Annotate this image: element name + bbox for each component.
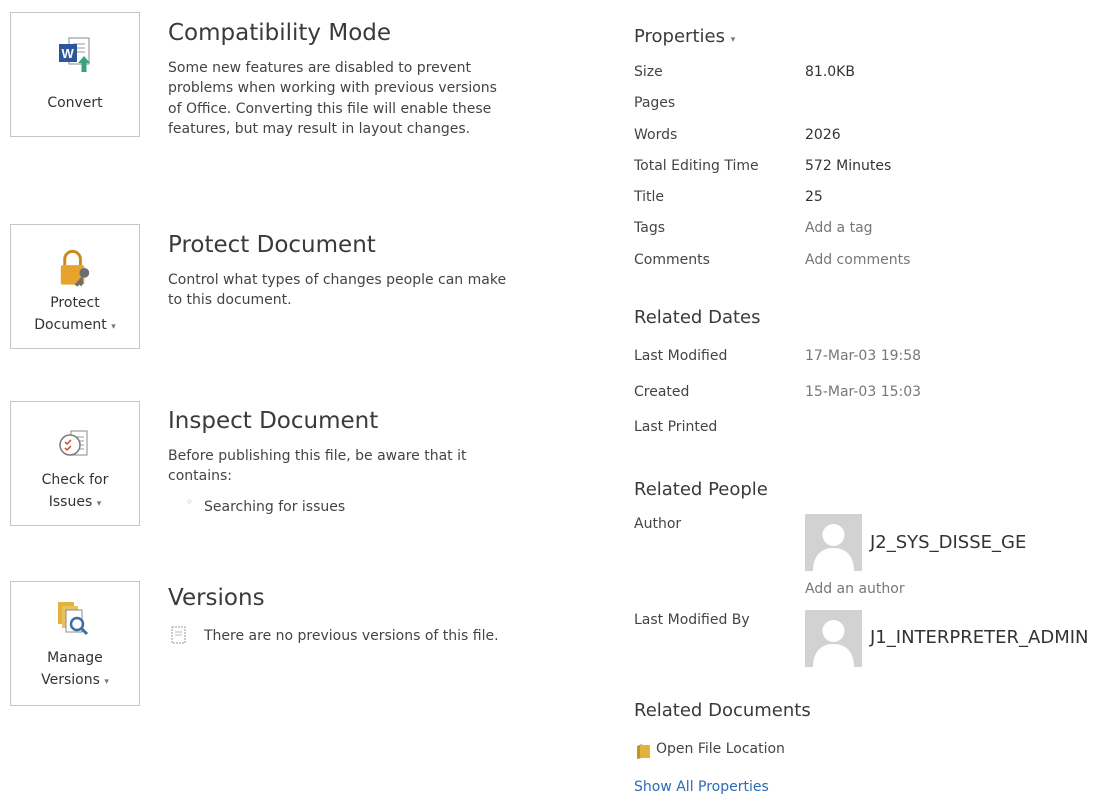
last-modified-by-avatar[interactable] bbox=[805, 610, 862, 667]
person-silhouette-icon bbox=[805, 514, 862, 571]
no-versions-icon bbox=[170, 626, 188, 648]
tags-input[interactable]: Add a tag bbox=[805, 220, 873, 236]
total-editing-time-value: 572 Minutes bbox=[805, 158, 892, 174]
person-silhouette-icon bbox=[805, 610, 862, 667]
last-modified-label: Last Modified bbox=[634, 348, 728, 364]
svg-text:W: W bbox=[62, 46, 75, 61]
open-file-location-label: Open File Location bbox=[656, 741, 785, 757]
properties-heading: Properties bbox=[634, 26, 725, 47]
last-modified-by-name[interactable]: J1_INTERPRETER_ADMIN bbox=[870, 627, 1089, 648]
manage-versions-label-line2: Versions bbox=[41, 672, 100, 688]
size-value: 81.0KB bbox=[805, 64, 855, 80]
protect-document-label-line1: Protect bbox=[50, 295, 100, 311]
versions-title: Versions bbox=[168, 585, 265, 611]
check-for-issues-button[interactable]: Check for Issues ▾ bbox=[10, 401, 140, 526]
searching-for-issues-text: Searching for issues bbox=[204, 499, 346, 515]
check-for-issues-label: Check for Issues ▾ bbox=[42, 469, 109, 515]
compatibility-mode-title: Compatibility Mode bbox=[168, 20, 392, 46]
inspect-document-description: Before publishing this file, be aware th… bbox=[168, 448, 467, 485]
title-value[interactable]: 25 bbox=[805, 189, 823, 205]
created-label: Created bbox=[634, 384, 690, 400]
convert-button[interactable]: W Convert bbox=[10, 12, 140, 137]
protect-document-label: Protect Document ▾ bbox=[34, 292, 116, 338]
dropdown-arrow-icon: ▾ bbox=[111, 322, 116, 332]
total-editing-time-label: Total Editing Time bbox=[634, 158, 759, 174]
words-value: 2026 bbox=[805, 127, 841, 143]
inspect-document-title: Inspect Document bbox=[168, 408, 379, 434]
protect-document-title: Protect Document bbox=[168, 232, 376, 258]
author-avatar[interactable] bbox=[805, 514, 862, 571]
related-dates-heading: Related Dates bbox=[634, 307, 761, 328]
comments-input[interactable]: Add comments bbox=[805, 252, 910, 268]
words-label: Words bbox=[634, 127, 678, 143]
lock-key-icon bbox=[53, 245, 98, 290]
check-for-issues-label-line1: Check for bbox=[41, 472, 109, 488]
manage-versions-label: Manage Versions ▾ bbox=[41, 647, 109, 693]
last-modified-value: 17-Mar-03 19:58 bbox=[805, 348, 922, 364]
manage-versions-button[interactable]: Manage Versions ▾ bbox=[10, 581, 140, 706]
add-author-input[interactable]: Add an author bbox=[805, 581, 905, 597]
dropdown-arrow-icon: ▾ bbox=[104, 677, 109, 687]
pages-label: Pages bbox=[634, 95, 676, 111]
show-all-properties-link[interactable]: Show All Properties bbox=[634, 779, 769, 795]
versions-icon bbox=[53, 596, 98, 641]
tags-label: Tags bbox=[634, 220, 665, 236]
manage-versions-label-line1: Manage bbox=[47, 650, 103, 666]
bullet-icon: ◦ bbox=[186, 495, 194, 509]
properties-dropdown[interactable]: Properties ▾ bbox=[634, 26, 735, 47]
author-name[interactable]: J2_SYS_DISSE_GE bbox=[870, 532, 1026, 553]
size-label: Size bbox=[634, 64, 663, 80]
last-printed-label: Last Printed bbox=[634, 419, 718, 435]
related-documents-heading: Related Documents bbox=[634, 700, 811, 721]
dropdown-arrow-icon: ▾ bbox=[96, 499, 102, 509]
created-value: 15-Mar-03 15:03 bbox=[805, 384, 922, 400]
convert-label: Convert bbox=[47, 95, 103, 111]
title-label: Title bbox=[634, 189, 665, 205]
word-convert-icon: W bbox=[53, 33, 98, 78]
comments-label: Comments bbox=[634, 252, 710, 268]
related-people-heading: Related People bbox=[634, 479, 768, 500]
protect-document-button[interactable]: Protect Document ▾ bbox=[10, 224, 140, 349]
protect-document-label-line2: Document bbox=[34, 317, 107, 333]
check-for-issues-label-line2: Issues bbox=[48, 494, 93, 510]
last-modified-by-label: Last Modified By bbox=[634, 612, 750, 628]
versions-description: There are no previous versions of this f… bbox=[204, 628, 499, 644]
inspect-document-icon bbox=[53, 422, 98, 467]
dropdown-arrow-icon: ▾ bbox=[730, 35, 736, 45]
author-label: Author bbox=[634, 516, 682, 532]
protect-document-description: Control what types of changes people can… bbox=[168, 272, 507, 309]
folder-icon bbox=[636, 742, 652, 764]
compatibility-mode-description: Some new features are disabled to preven… bbox=[168, 60, 497, 137]
